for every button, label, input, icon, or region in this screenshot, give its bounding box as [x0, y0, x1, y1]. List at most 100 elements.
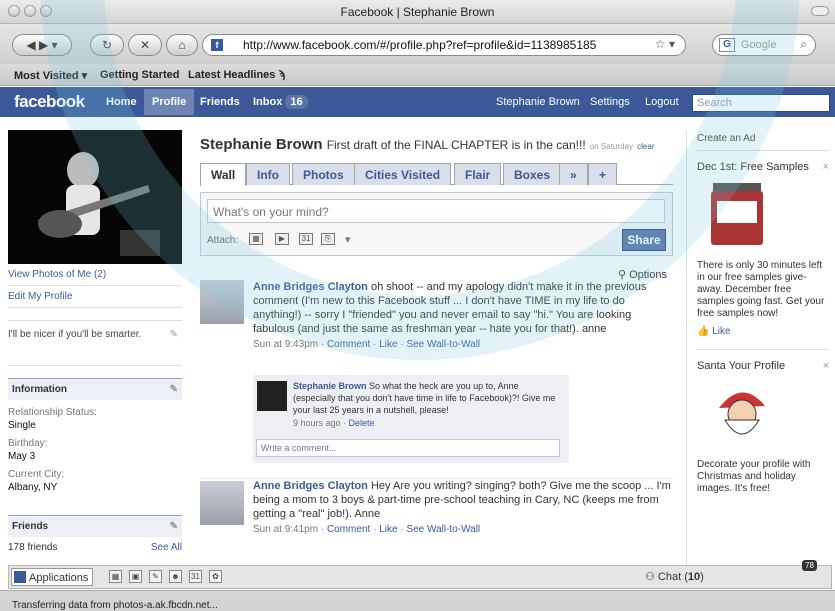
- write-comment-input[interactable]: Write a comment...: [256, 439, 560, 457]
- nav-home[interactable]: Home: [106, 96, 137, 108]
- edit-pencil-icon[interactable]: ✎: [170, 384, 178, 395]
- facebook-application-bar: Applications ▦ ▣ ✎ ☻ 31 ✿ ⚇ Chat (10) 78: [8, 560, 832, 589]
- facebook-search-input[interactable]: Search: [692, 94, 830, 112]
- tab-add[interactable]: +: [588, 163, 618, 185]
- search-icon[interactable]: ⌕: [800, 37, 807, 52]
- information-heading: Information ✎: [8, 378, 182, 400]
- notes-app-icon[interactable]: ✎: [149, 570, 162, 583]
- coffee-can-image[interactable]: [707, 179, 767, 249]
- ad-santa-profile: Santa Your Profile × Decorate your profi…: [697, 349, 829, 495]
- santa-image[interactable]: [707, 378, 777, 448]
- edit-pencil-icon[interactable]: ✎: [170, 521, 178, 532]
- info-birthday: Birthday: May 3: [8, 438, 48, 462]
- toolbar-toggle-button[interactable]: [811, 6, 829, 16]
- rss-icon: ϡ: [278, 69, 286, 81]
- share-button[interactable]: Share: [622, 229, 666, 251]
- info-relationship: Relationship Status: Single: [8, 407, 97, 431]
- nav-inbox[interactable]: Inbox 16: [253, 95, 308, 109]
- video-attach-icon[interactable]: ▶: [275, 233, 289, 245]
- comment-link[interactable]: Comment: [327, 524, 370, 535]
- nav-user-name[interactable]: Stephanie Brown: [496, 96, 580, 108]
- bookmark-star-icon[interactable]: ☆ ▾: [655, 37, 675, 51]
- like-link[interactable]: Like: [379, 339, 397, 350]
- close-ad-icon[interactable]: ×: [823, 161, 829, 173]
- applications-button[interactable]: Applications: [11, 568, 94, 586]
- post-meta: Sun at 9:41pm · Comment · Like · See Wal…: [253, 524, 481, 535]
- reload-button[interactable]: ↻: [90, 34, 124, 56]
- tab-boxes[interactable]: Boxes: [503, 163, 562, 185]
- tab-photos[interactable]: Photos: [292, 163, 355, 185]
- delete-comment-link[interactable]: Delete: [349, 418, 375, 428]
- profile-name: Stephanie Brown: [200, 136, 323, 153]
- search-engine-icon[interactable]: G: [719, 38, 735, 52]
- video-app-icon[interactable]: ▣: [129, 570, 142, 583]
- close-ad-icon[interactable]: ×: [823, 360, 829, 372]
- comment-author[interactable]: Stephanie Brown: [293, 381, 367, 391]
- applications-icon: [14, 571, 26, 583]
- more-attach-chevron-icon[interactable]: ▾: [345, 233, 351, 246]
- bookmark-latest-headlines[interactable]: Latest Headlines ϡ: [188, 69, 285, 81]
- ad-text: Decorate your profile with Christmas and…: [697, 459, 811, 494]
- post-author[interactable]: Anne Bridges Clayton: [253, 480, 368, 492]
- photos-app-icon[interactable]: ▦: [109, 570, 122, 583]
- edit-profile-link[interactable]: Edit My Profile: [8, 286, 182, 308]
- groups-app-icon[interactable]: ☻: [169, 570, 182, 583]
- tab-cities-visited[interactable]: Cities Visited: [354, 163, 452, 185]
- chat-button[interactable]: ⚇ Chat (10): [645, 570, 704, 583]
- nav-profile[interactable]: Profile: [144, 89, 195, 115]
- status-clear-link[interactable]: clear: [637, 142, 654, 151]
- edit-pencil-icon[interactable]: ✎: [170, 329, 178, 340]
- profile-main: Stephanie Brown First draft of the FINAL…: [200, 130, 673, 570]
- profile-status-box[interactable]: I'll be nicer if you'll be smarter. ✎: [8, 320, 182, 366]
- profile-header: Stephanie Brown First draft of the FINAL…: [200, 136, 673, 153]
- comment-link[interactable]: Comment: [327, 339, 370, 350]
- poster-avatar[interactable]: [200, 280, 244, 324]
- like-link[interactable]: Like: [379, 524, 397, 535]
- photo-attach-icon[interactable]: ▦: [249, 233, 263, 245]
- events-app-icon[interactable]: 31: [189, 570, 202, 583]
- commenter-avatar[interactable]: [257, 381, 287, 411]
- poster-avatar[interactable]: [200, 481, 244, 525]
- nav-friends[interactable]: Friends: [200, 96, 240, 108]
- nav-logout[interactable]: Logout: [645, 96, 679, 108]
- home-button[interactable]: ⌂: [166, 34, 198, 56]
- info-city: Current City: Albany, NY: [8, 469, 65, 493]
- facebook-logo[interactable]: facebook: [14, 92, 85, 112]
- bookmark-getting-started[interactable]: Getting Started: [100, 69, 179, 81]
- window-title: Facebook | Stephanie Brown: [340, 5, 495, 19]
- event-attach-icon[interactable]: 31: [299, 233, 313, 245]
- notifications-badge[interactable]: 78: [802, 560, 817, 571]
- post-author[interactable]: Anne Bridges Clayton: [253, 281, 368, 293]
- profile-photo[interactable]: [8, 130, 182, 264]
- ad-like-link[interactable]: 👍 Like: [697, 326, 829, 337]
- browser-search-box[interactable]: G Google ⌕: [712, 34, 816, 56]
- tab-flair[interactable]: Flair: [454, 163, 502, 185]
- horizontal-scrollbar[interactable]: [0, 590, 835, 600]
- tab-info[interactable]: Info: [246, 163, 290, 185]
- tab-wall[interactable]: Wall: [200, 163, 247, 186]
- wall-composer: What's on your mind? Attach: ▦ ▶ 31 ⎘ ▾ …: [200, 192, 673, 256]
- wall-to-wall-link[interactable]: See Wall-to-Wall: [406, 339, 480, 350]
- url-bar[interactable]: f http://www.facebook.com/#/profile.php?…: [202, 34, 686, 56]
- view-photos-link[interactable]: View Photos of Me (2): [8, 264, 182, 286]
- gifts-app-icon[interactable]: ✿: [209, 570, 222, 583]
- back-forward-button[interactable]: ◀ ▶ ▾: [12, 34, 72, 56]
- ad-title[interactable]: Santa Your Profile: [697, 360, 785, 372]
- facebook-favicon-icon: f: [211, 39, 223, 51]
- thumbs-up-icon: 👍: [697, 326, 710, 337]
- profile-status-text: I'll be nicer if you'll be smarter.: [8, 329, 142, 340]
- bookmark-most-visited[interactable]: Most Visited ▾: [14, 69, 87, 82]
- url-text: http://www.facebook.com/#/profile.php?re…: [243, 38, 597, 52]
- wall-to-wall-link[interactable]: See Wall-to-Wall: [406, 524, 480, 535]
- status-composer-input[interactable]: What's on your mind?: [207, 199, 665, 223]
- wall-post: Anne Bridges Clayton Hey Are you writing…: [200, 478, 673, 548]
- create-ad-link[interactable]: Create an Ad: [697, 133, 829, 151]
- nav-settings[interactable]: Settings: [590, 96, 630, 108]
- link-attach-icon[interactable]: ⎘: [321, 233, 335, 245]
- tab-more[interactable]: »: [559, 163, 588, 185]
- browser-toolbar: ◀ ▶ ▾ ↻ ✕ ⌂ f http://www.facebook.com/#/…: [0, 24, 835, 64]
- see-all-friends-link[interactable]: See All: [151, 542, 182, 553]
- friends-count[interactable]: 178 friends: [8, 542, 57, 553]
- ad-title[interactable]: Dec 1st: Free Samples: [697, 161, 809, 173]
- stop-button[interactable]: ✕: [128, 34, 162, 56]
